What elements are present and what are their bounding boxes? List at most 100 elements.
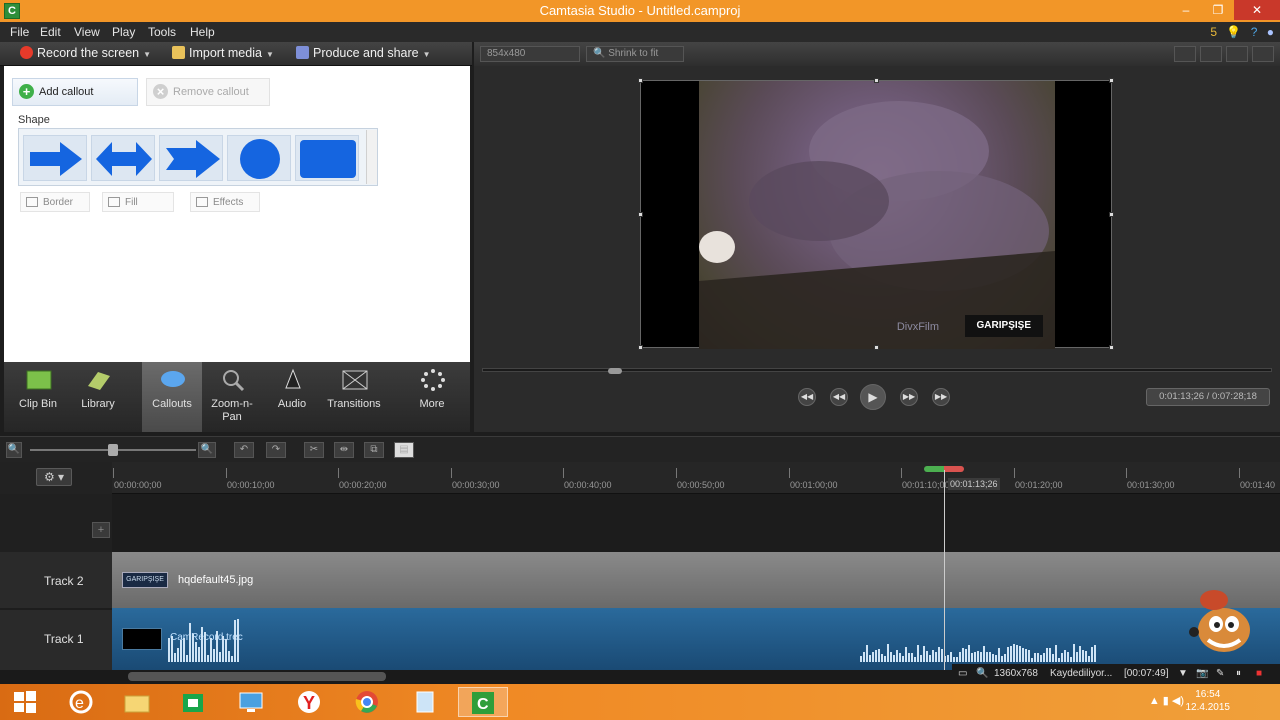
import-media-label: Import media [189,46,262,60]
tab-library[interactable]: Library [68,362,128,432]
copy-icon[interactable]: ⧉ [364,442,384,458]
tab-more[interactable]: More [402,362,462,432]
undo-icon[interactable]: ↶ [234,442,254,458]
tab-callouts[interactable]: Callouts [142,362,202,432]
scrollbar-thumb[interactable] [128,672,386,681]
add-track-icon[interactable]: + [92,522,110,538]
track-header-2[interactable]: Track 2 [0,552,112,608]
popout-icon[interactable] [1252,46,1274,62]
search-icon[interactable]: 🔍 [976,664,988,684]
menu-tools[interactable]: Tools [148,25,176,39]
camera-icon[interactable]: 📷 [1196,664,1208,684]
zoom-in-icon[interactable]: 🔍 [198,442,216,458]
window-icon[interactable]: ▭ [958,664,967,684]
shape-arrow-right[interactable] [23,135,87,181]
shape-circle[interactable] [227,135,291,181]
resize-handle[interactable] [1109,212,1114,217]
shape-arrow-notched[interactable] [159,135,223,181]
pen-icon[interactable]: ✎ [1216,664,1224,684]
taskbar-notepad[interactable] [400,687,450,717]
fill-button[interactable]: Fill [102,192,174,212]
shape-gallery-scrollbar[interactable] [366,130,377,184]
maximize-button[interactable]: ❐ [1204,0,1232,20]
import-media-button[interactable]: Import media ▼ [172,46,274,60]
rewind-icon[interactable]: ◀◀ [830,388,848,406]
resize-handle[interactable] [638,78,643,83]
add-callout-button[interactable]: + Add callout [12,78,138,106]
track-header-1[interactable]: Track 1 [0,610,112,670]
chevron-up-icon[interactable]: ▲ [1149,695,1163,707]
produce-share-button[interactable]: Produce and share ▼ [296,46,431,60]
resize-handle[interactable] [638,212,643,217]
shape-arrow-double[interactable] [91,135,155,181]
timeline-ruler[interactable]: 00:00:00;00 00:00:10;00 00:00:20;00 00:0… [112,462,1280,494]
notification-badge[interactable]: 5 [1210,25,1217,39]
dimensions-dropdown[interactable]: 854x480 [480,46,580,62]
previous-clip-icon[interactable] [1200,46,1222,62]
shape-rectangle[interactable] [295,135,359,181]
tab-zoom-n-pan[interactable]: Zoom-n-Pan [202,362,262,432]
cut-icon[interactable]: ✂ [304,442,324,458]
lightbulb-icon[interactable]: 💡 [1226,25,1241,39]
scrub-bar[interactable] [482,368,1272,372]
paste-icon[interactable]: ▤ [394,442,414,458]
fast-forward-icon[interactable]: ▶▶ [900,388,918,406]
taskbar-chrome[interactable] [342,687,392,717]
record-screen-button[interactable]: Record the screen ▼ [20,46,151,60]
preview-canvas[interactable]: DivxFilm GARIPŞIŞE [638,78,1114,350]
skip-forward-icon[interactable]: ▶▶ [932,388,950,406]
resize-handle[interactable] [638,345,643,350]
minimize-button[interactable]: ‒ [1172,0,1200,20]
network-icon[interactable]: ▮ [1163,695,1172,707]
taskbar-store[interactable] [168,687,218,717]
redo-icon[interactable]: ↷ [266,442,286,458]
yandex-icon: Y [298,691,320,713]
system-clock[interactable]: 16:54 12.4.2015 [1186,688,1231,714]
waveform-bar [875,650,877,662]
menu-edit[interactable]: Edit [40,25,61,39]
play-button[interactable]: ▶ [860,384,886,410]
timeline-scrollbar[interactable] [0,670,952,684]
fullscreen-icon[interactable] [1226,46,1248,62]
resize-handle[interactable] [1109,345,1114,350]
zoom-dropdown[interactable]: 🔍 Shrink to fit [586,46,684,62]
track-1-lane[interactable]: CamRecord.trec [112,608,1280,670]
effects-button[interactable]: Effects [190,192,260,212]
taskbar-yandex[interactable]: Y [284,687,334,717]
stop-icon[interactable]: ■ [1256,664,1262,684]
border-button[interactable]: Border [20,192,90,212]
resize-handle[interactable] [874,78,879,83]
taskbar-internet-explorer[interactable]: e [56,687,106,717]
menu-play[interactable]: Play [112,25,135,39]
track-drop-area[interactable] [112,494,1280,552]
taskbar-file-explorer[interactable] [112,687,162,717]
zoom-slider-handle[interactable] [108,444,118,456]
chevron-down-icon[interactable]: ▼ [1178,664,1188,684]
pause-icon[interactable]: ⏸ [1236,664,1241,684]
track-2-lane[interactable]: GARIPŞIŞE hqdefault45.jpg [112,552,1280,608]
scrub-handle[interactable] [608,368,622,374]
taskbar-camtasia[interactable]: C [458,687,508,717]
remove-callout-button[interactable]: × Remove callout [146,78,270,106]
resize-handle[interactable] [1109,78,1114,83]
preview-toolbar: 854x480 🔍 Shrink to fit [474,42,1280,66]
start-button[interactable] [0,687,50,717]
close-button[interactable]: ✕ [1234,0,1280,20]
skip-back-icon[interactable]: ◀◀ [798,388,816,406]
menu-help[interactable]: Help [190,25,215,39]
taskbar-remote-desktop[interactable] [226,687,276,717]
tab-transitions[interactable]: Transitions [324,362,384,432]
info-icon[interactable]: ● [1267,25,1274,39]
gear-icon[interactable]: ⚙ ▾ [36,468,72,486]
resize-handle[interactable] [874,345,879,350]
volume-icon[interactable]: ◀) [1172,695,1184,707]
tab-audio[interactable]: Audio [262,362,322,432]
menu-file[interactable]: File [10,25,29,39]
tab-clip-bin[interactable]: Clip Bin [8,362,68,432]
detach-icon[interactable] [1174,46,1196,62]
waveform-bar [1073,644,1075,662]
menu-view[interactable]: View [74,25,100,39]
zoom-out-icon[interactable]: 🔍 [6,442,22,458]
help-icon[interactable]: ? [1251,25,1258,39]
split-icon[interactable]: ⇹ [334,442,354,458]
